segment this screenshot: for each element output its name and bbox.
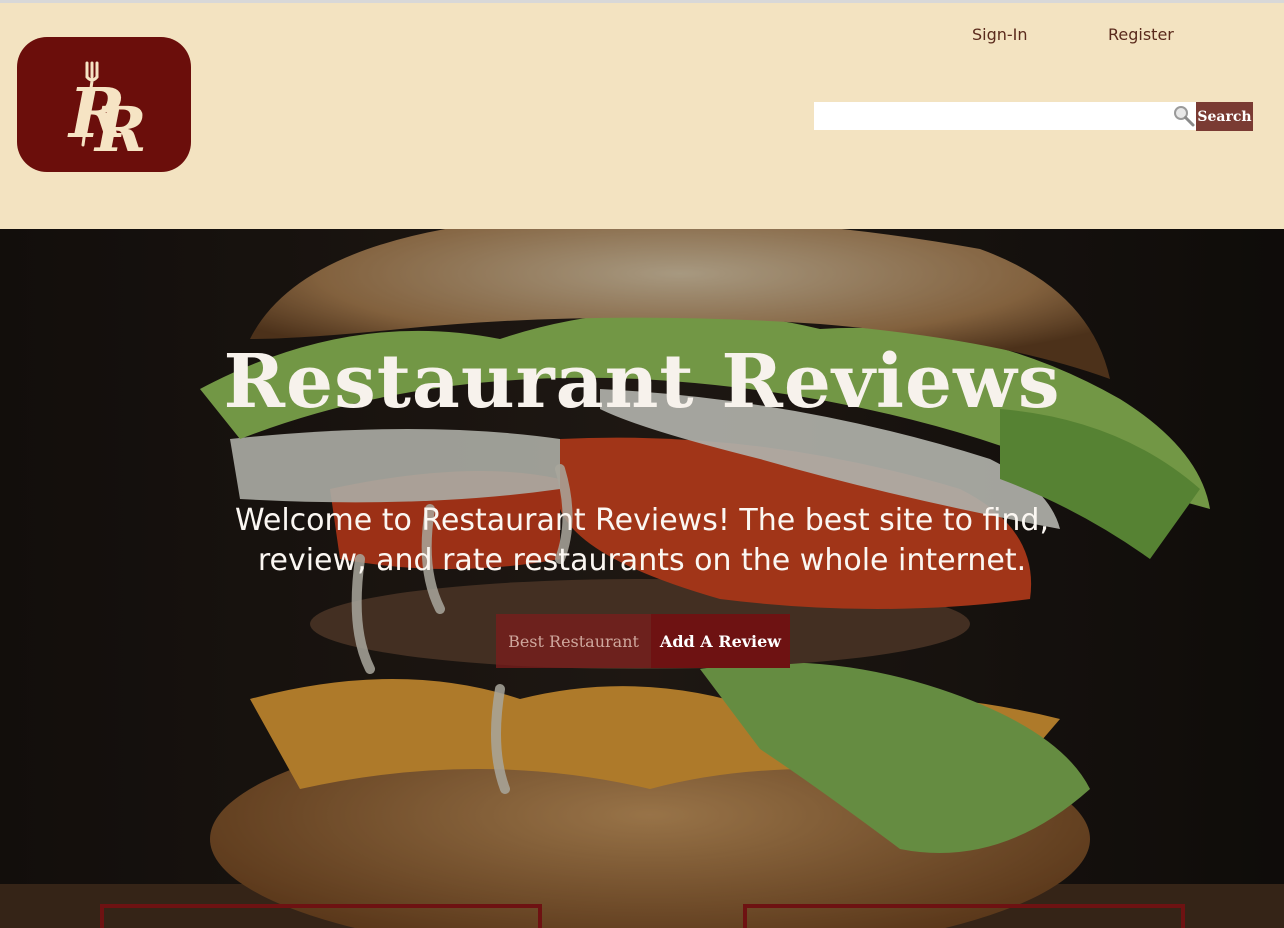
hero-subtitle: Welcome to Restaurant Reviews! The best … xyxy=(234,503,1050,578)
hero-title: Restaurant Reviews xyxy=(223,339,1061,425)
add-review-button[interactable]: Add A Review xyxy=(651,614,790,668)
card-left xyxy=(100,904,542,928)
signin-link[interactable]: Sign-In xyxy=(972,25,1028,44)
card-right xyxy=(743,904,1185,928)
magnifier-icon xyxy=(1174,106,1195,127)
register-link[interactable]: Register xyxy=(1108,25,1174,44)
rr-fork-logo-icon: R R xyxy=(67,61,147,166)
best-restaurant-button[interactable]: Best Restaurant xyxy=(496,614,651,668)
site-logo[interactable]: R R RR xyxy=(17,37,191,172)
search-button[interactable]: Search xyxy=(1196,102,1253,131)
search-input[interactable] xyxy=(814,102,1196,130)
svg-text:R: R xyxy=(93,93,147,166)
site-header: R R RR Sign-In Register Search xyxy=(0,3,1284,229)
hero-banner: Restaurant Reviews Welcome to Restaurant… xyxy=(0,229,1284,928)
search-bar: Search xyxy=(814,102,1253,131)
